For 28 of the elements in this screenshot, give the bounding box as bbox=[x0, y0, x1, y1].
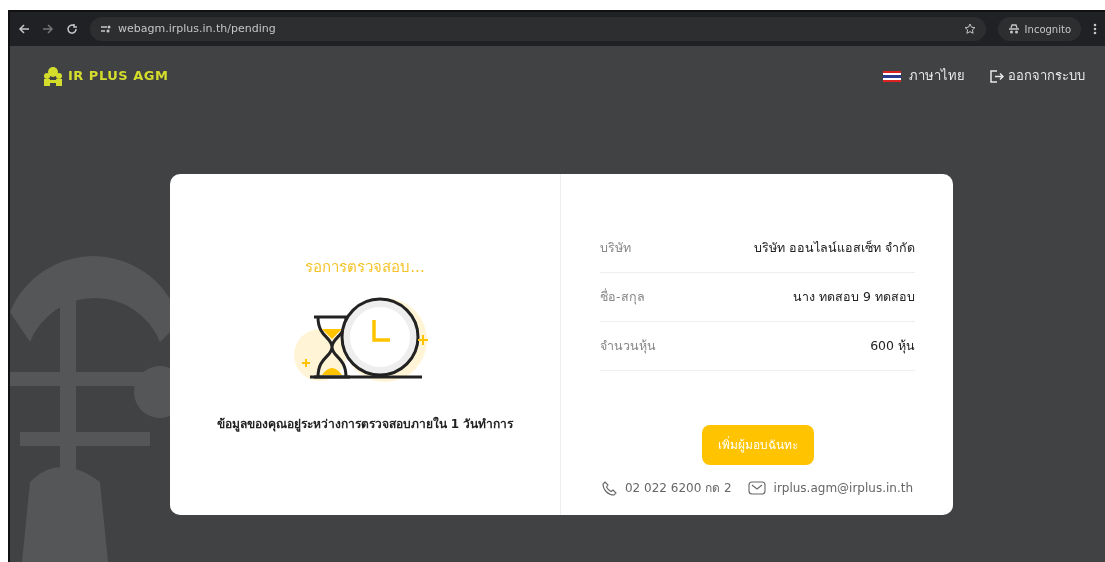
logout-link[interactable]: ออกจากระบบ bbox=[1008, 66, 1085, 86]
reload-icon[interactable] bbox=[66, 23, 78, 35]
menu-icon[interactable] bbox=[1093, 23, 1097, 35]
detail-label: ชื่อ-สกุล bbox=[600, 287, 645, 307]
detail-value: บริษัท ออนไลน์แอสเซ็ท จำกัด bbox=[754, 238, 915, 257]
logo-text: IR PLUS AGM bbox=[68, 67, 169, 86]
logout-icon[interactable] bbox=[989, 68, 1004, 84]
incognito-badge[interactable]: Incognito bbox=[997, 17, 1081, 41]
thai-flag-icon bbox=[883, 70, 901, 82]
email-address: irplus.agm@irplus.in.th bbox=[773, 480, 914, 497]
site-settings-icon[interactable] bbox=[100, 24, 112, 34]
phone-number: 02 022 6200 กด 2 bbox=[624, 480, 732, 497]
back-arrow-icon[interactable] bbox=[18, 23, 30, 35]
mail-icon bbox=[747, 481, 766, 495]
detail-value: นาง ทดสอบ 9 ทดสอบ bbox=[793, 287, 915, 306]
detail-label: บริษัท bbox=[600, 238, 631, 257]
forward-arrow-icon[interactable] bbox=[42, 23, 54, 35]
url-text: webagm.irplus.in.th/pending bbox=[118, 20, 276, 37]
language-link[interactable]: ภาษาไทย bbox=[909, 66, 965, 86]
incognito-icon bbox=[1007, 24, 1020, 34]
star-icon[interactable] bbox=[963, 23, 976, 35]
people-globe-logo-icon bbox=[42, 66, 64, 86]
detail-label: จำนวนหุ้น bbox=[600, 336, 656, 356]
detail-value: 600 หุ้น bbox=[870, 336, 915, 356]
address-bar[interactable]: webagm.irplus.in.th/pending bbox=[90, 17, 986, 41]
status-title: รอการตรวจสอบ... bbox=[305, 257, 425, 278]
status-message: ข้อมูลของคุณอยู่ระหว่างการตรวจสอบภายใน 1 วันทำการ bbox=[216, 415, 514, 433]
phone-icon bbox=[601, 480, 617, 496]
